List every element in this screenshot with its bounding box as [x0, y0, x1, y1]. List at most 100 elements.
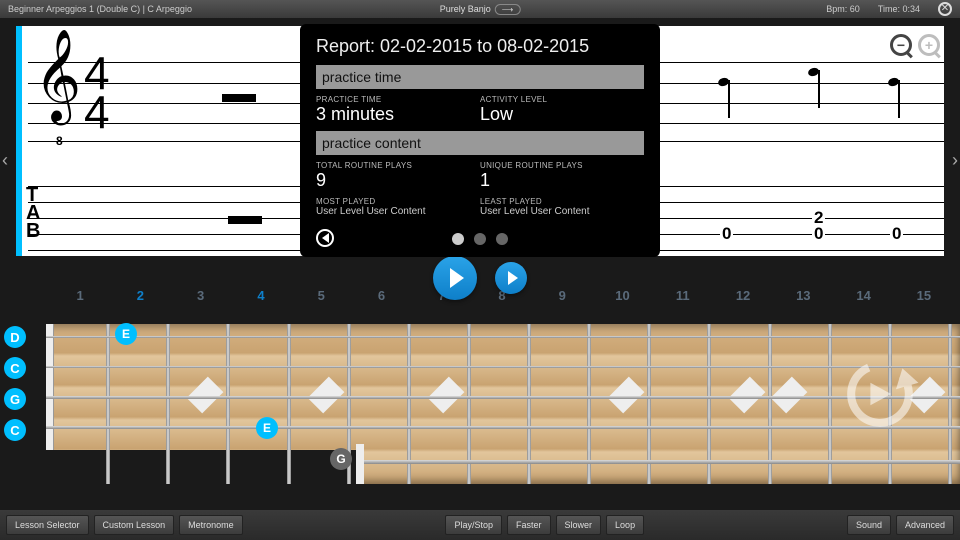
report-back-icon[interactable]	[316, 229, 334, 247]
fret-marker-3	[187, 377, 224, 414]
app-link-icon: ⟶	[495, 4, 520, 15]
string-label-C: C	[4, 357, 26, 379]
report-section-practice-time: practice time	[316, 65, 644, 89]
fret-number-15: 15	[894, 288, 954, 308]
app-title: Purely Banjo ⟶	[440, 4, 521, 15]
most-played-label: MOST PLAYED	[316, 197, 480, 206]
sound-button[interactable]: Sound	[847, 515, 891, 535]
report-title: Report: 02-02-2015 to 08-02-2015	[316, 36, 644, 57]
dot-2[interactable]	[474, 233, 486, 245]
least-played-label: LEAST PLAYED	[480, 197, 644, 206]
tab-number: 0	[890, 224, 903, 244]
activity-level-value: Low	[480, 104, 644, 125]
least-played-value: User Level User Content	[480, 206, 644, 217]
bpm-label: Bpm: 60	[826, 4, 860, 14]
fret-number-10: 10	[592, 288, 652, 308]
zoom-out-button[interactable]: −	[890, 34, 912, 56]
total-plays-value: 9	[316, 170, 480, 191]
fret-number-3: 3	[171, 288, 231, 308]
fret-marker-5	[307, 377, 344, 414]
zoom-controls: − +	[890, 34, 940, 56]
app-name: Purely Banjo	[440, 4, 491, 14]
tab-number: 0	[812, 224, 825, 244]
time-signature: 4 4	[84, 54, 110, 132]
activity-level-label: ACTIVITY LEVEL	[480, 95, 644, 104]
fret-number-9: 9	[532, 288, 592, 308]
close-button[interactable]: ✕	[938, 2, 952, 16]
time-label: Time: 0:34	[878, 4, 920, 14]
string-label-D: D	[4, 326, 26, 348]
fret-number-11: 11	[653, 288, 713, 308]
breadcrumb: Beginner Arpeggios 1 (Double C) | C Arpe…	[8, 4, 192, 14]
fret-3	[226, 324, 230, 484]
treble-clef-icon: 𝄞	[34, 36, 81, 116]
next-page-button[interactable]: ›	[952, 150, 958, 171]
practice-time-label: PRACTICE TIME	[316, 95, 480, 104]
note-stem	[728, 80, 730, 118]
topbar-right: Bpm: 60 Time: 0:34 ✕	[826, 2, 952, 16]
metronome-button[interactable]: Metronome	[179, 515, 243, 535]
tab-rest	[228, 216, 262, 224]
nut-5th-string	[356, 444, 364, 484]
dot-1[interactable]	[452, 233, 464, 245]
lesson-selector-button[interactable]: Lesson Selector	[6, 515, 89, 535]
bottom-bar: Lesson Selector Custom Lesson Metronome …	[0, 510, 960, 540]
tab-label: T A B	[26, 186, 40, 240]
string-2	[46, 366, 960, 368]
fret-1	[106, 324, 110, 484]
zoom-in-button[interactable]: +	[918, 34, 940, 56]
most-played-value: User Level User Content	[316, 206, 480, 217]
finger-marker-E: E	[256, 417, 278, 439]
top-bar: Beginner Arpeggios 1 (Double C) | C Arpe…	[0, 0, 960, 18]
finger-marker-E: E	[115, 323, 137, 345]
slower-button[interactable]: Slower	[556, 515, 602, 535]
whole-rest	[222, 94, 256, 102]
fret-marker-12	[728, 377, 765, 414]
fret-number-14: 14	[833, 288, 893, 308]
string-1	[46, 336, 960, 338]
clef-octave: 8	[56, 134, 63, 148]
fret-number-2: 2	[110, 288, 170, 308]
note-stem	[898, 80, 900, 118]
fret-marker-12	[770, 377, 807, 414]
page-dots	[334, 233, 626, 245]
fret-4	[287, 324, 291, 484]
report-section-practice-content: practice content	[316, 131, 644, 155]
practice-time-value: 3 minutes	[316, 104, 480, 125]
play-stop-button[interactable]: Play/Stop	[445, 515, 502, 535]
unique-plays-label: UNIQUE ROUTINE PLAYS	[480, 161, 644, 170]
play-button[interactable]	[433, 256, 477, 300]
fret-2	[166, 324, 170, 484]
unique-plays-value: 1	[480, 170, 644, 191]
dot-3[interactable]	[496, 233, 508, 245]
fret-number-12: 12	[713, 288, 773, 308]
finger-marker-G: G	[330, 448, 352, 470]
prev-page-button[interactable]: ‹	[2, 150, 8, 171]
play-button-small[interactable]	[495, 262, 527, 294]
string-4	[46, 426, 960, 429]
fret-number-6: 6	[351, 288, 411, 308]
string-label-C: C	[4, 419, 26, 441]
fret-number-1: 1	[50, 288, 110, 308]
faster-button[interactable]: Faster	[507, 515, 551, 535]
fretboard: DCGC EEG	[0, 310, 960, 496]
custom-lesson-button[interactable]: Custom Lesson	[94, 515, 175, 535]
fret-number-13: 13	[773, 288, 833, 308]
fret-marker-10	[608, 377, 645, 414]
string-3	[46, 396, 960, 399]
advanced-button[interactable]: Advanced	[896, 515, 954, 535]
total-plays-label: TOTAL ROUTINE PLAYS	[316, 161, 480, 170]
note-stem	[818, 70, 820, 108]
report-popup: Report: 02-02-2015 to 08-02-2015 practic…	[300, 24, 660, 257]
string-5	[364, 460, 960, 464]
loop-button[interactable]: Loop	[606, 515, 644, 535]
neck-cutout	[46, 450, 356, 484]
fret-number-4: 4	[231, 288, 291, 308]
string-label-G: G	[4, 388, 26, 410]
replay-icon[interactable]	[840, 354, 920, 434]
open-string-labels: DCGC	[4, 326, 26, 441]
play-controls	[433, 256, 527, 300]
tab-number: 0	[720, 224, 733, 244]
fret-number-5: 5	[291, 288, 351, 308]
fret-marker-7	[428, 377, 465, 414]
